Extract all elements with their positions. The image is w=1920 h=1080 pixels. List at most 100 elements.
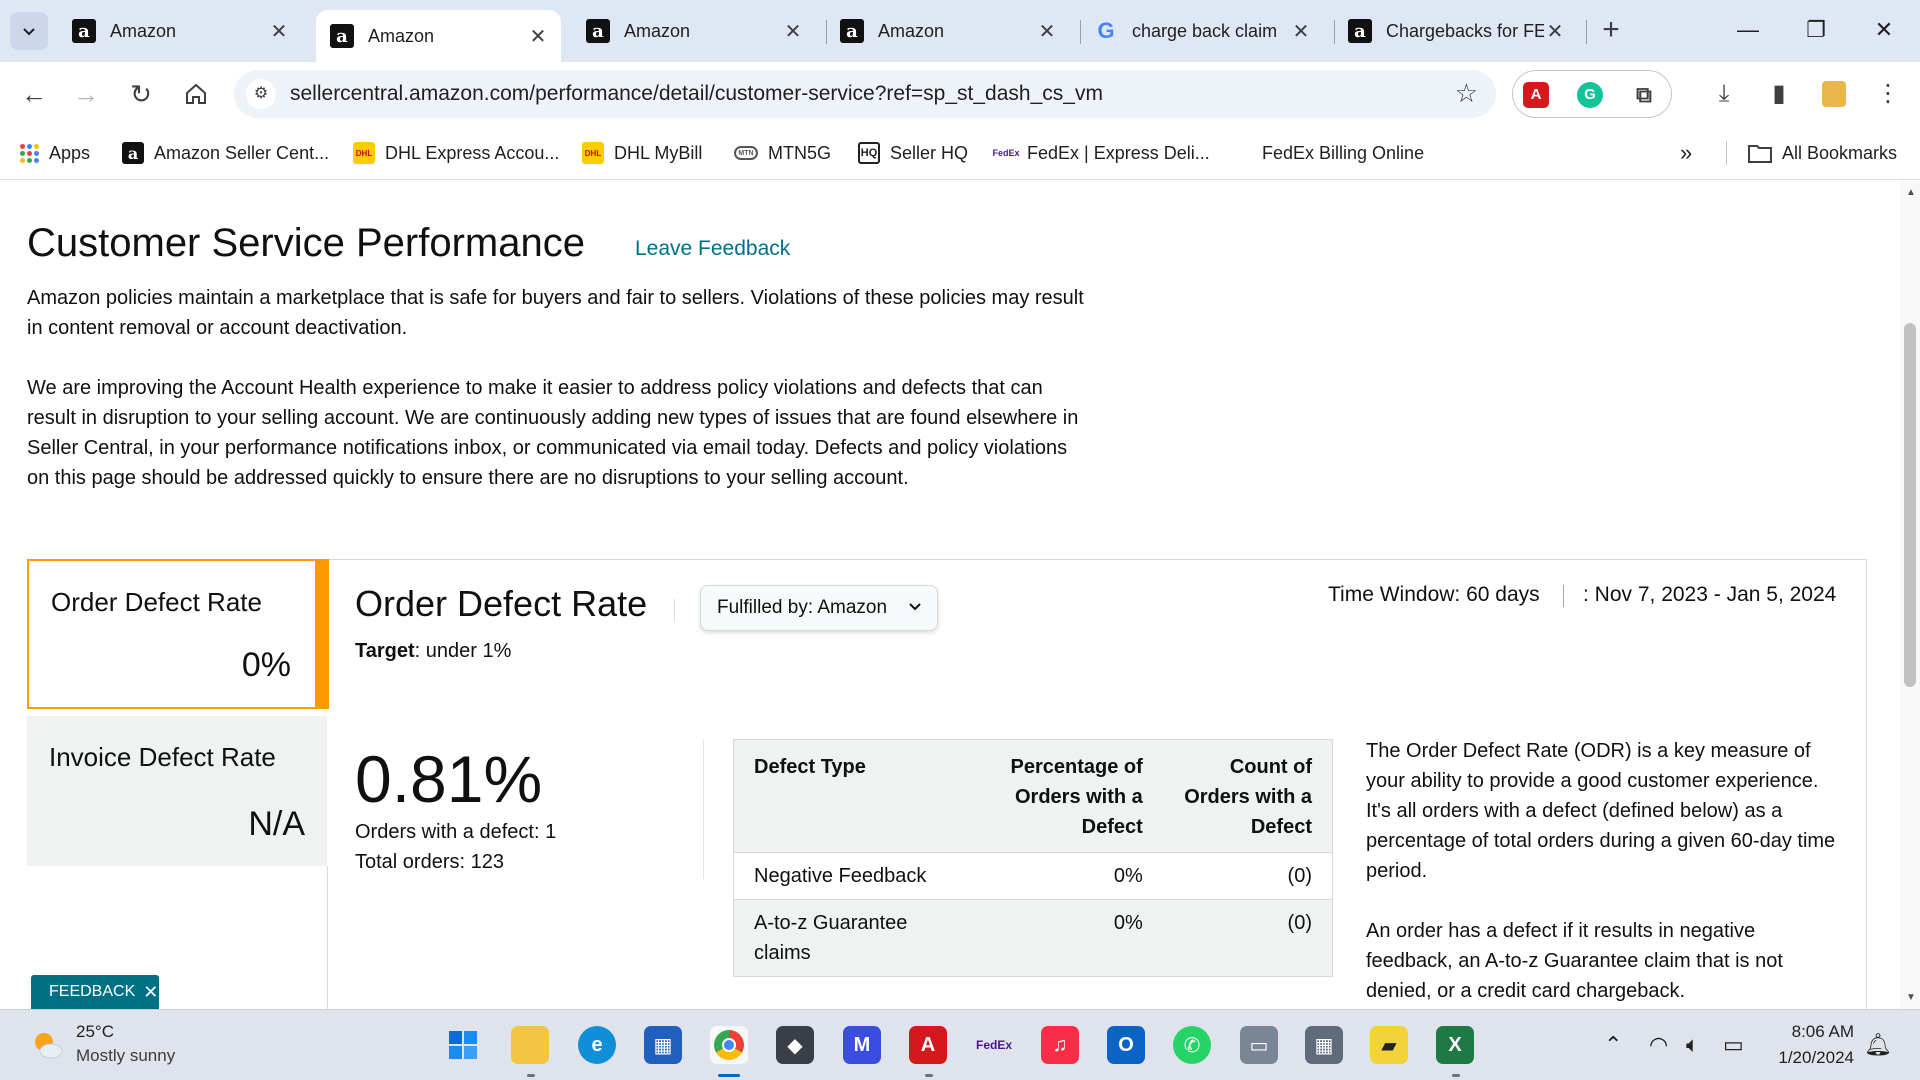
feedback-widget[interactable]: FEEDBACK ✕ [31, 975, 159, 1009]
bookmark-amazon-seller[interactable]: a Amazon Seller Cent... [122, 138, 329, 168]
reload-button[interactable]: ↻ [121, 74, 161, 114]
url-text[interactable]: sellercentral.amazon.com/performance/det… [290, 82, 1103, 106]
outlook-icon[interactable]: O [1107, 1026, 1145, 1064]
metric-order-defect-rate[interactable]: Order Defect Rate 0% [27, 559, 329, 709]
start-button[interactable] [444, 1026, 482, 1064]
address-bar[interactable]: ⚙ sellercentral.amazon.com/performance/d… [234, 70, 1496, 118]
all-bookmarks-button[interactable]: All Bookmarks [1748, 138, 1897, 168]
close-window-button[interactable]: ✕ [1856, 10, 1912, 50]
acrobat-extension-icon[interactable]: A [1523, 82, 1549, 108]
bookmark-mtn5g[interactable]: MTN MTN5G [734, 138, 831, 168]
menu-icon[interactable]: ⋮ [1868, 74, 1908, 114]
site-settings-icon[interactable]: ⚙ [246, 79, 276, 109]
bookmark-label: Apps [49, 142, 91, 163]
bookmark-apps[interactable]: Apps [20, 138, 90, 168]
grammarly-extension-icon[interactable]: G [1577, 82, 1603, 108]
bookmark-label: FedEx Billing Online [1262, 142, 1425, 163]
edge-icon[interactable]: e [578, 1026, 616, 1064]
apps-grid-icon [20, 143, 39, 163]
amazon-icon: a [586, 19, 610, 43]
puzzle-icon[interactable]: ⧉ [1631, 82, 1657, 108]
column-header: Percentage of Orders with a Defect [973, 739, 1163, 853]
odr-rate-value: 0.81% [355, 742, 543, 816]
volume-icon[interactable]: 🔈︎ [1686, 1032, 1699, 1058]
home-button[interactable] [176, 74, 216, 114]
bookmark-star-icon[interactable]: ☆ [1455, 78, 1478, 109]
bookmark-seller-hq[interactable]: HQ Seller HQ [858, 138, 968, 168]
weather-temperature[interactable]: 25°C [76, 1022, 114, 1042]
dropdown-value: Fulfilled by: Amazon [717, 597, 888, 618]
sun-cloud-icon [35, 1033, 63, 1059]
scroll-thumb[interactable] [1904, 323, 1916, 687]
tab-search-button[interactable] [10, 12, 48, 50]
clock-date[interactable]: 1/20/2024 [1770, 1048, 1854, 1068]
store-icon[interactable]: ▦ [644, 1026, 682, 1064]
profile-avatar[interactable] [1814, 74, 1854, 114]
fedex-icon[interactable]: FedEx [975, 1026, 1013, 1064]
app-icon[interactable]: M [843, 1026, 881, 1064]
bookmarks-overflow-button[interactable]: » [1680, 138, 1692, 168]
close-icon[interactable]: ✕ [527, 24, 549, 49]
calculator-icon[interactable]: ▦ [1305, 1026, 1343, 1064]
dhl-icon: DHL [353, 142, 375, 164]
defect-explanation: An order has a defect if it results in n… [1366, 920, 1783, 1002]
forward-button[interactable]: → [66, 74, 106, 114]
tab-title: Amazon [110, 20, 177, 41]
close-icon[interactable]: ✕ [1544, 19, 1566, 44]
amazon-icon: a [72, 19, 96, 43]
fulfilled-by-dropdown[interactable]: Fulfilled by: Amazon [700, 585, 938, 631]
feedback-label: FEEDBACK [49, 983, 136, 1000]
odr-heading: Order Defect Rate [355, 583, 648, 624]
close-icon[interactable]: ✕ [782, 19, 804, 44]
close-icon[interactable]: ✕ [1036, 19, 1058, 44]
sticky-notes-icon[interactable]: ▰ [1370, 1026, 1408, 1064]
scroll-up-arrow-icon[interactable]: ▲ [1906, 187, 1916, 198]
browser-tab[interactable]: a Amazon ✕ [572, 10, 816, 52]
download-icon[interactable]: ⤓ [1704, 74, 1744, 114]
page-scrollbar[interactable]: ▲ ▼ [1900, 181, 1920, 1009]
acrobat-icon[interactable]: A [909, 1026, 947, 1064]
bookmark-dhl-mybill[interactable]: DHL DHL MyBill [582, 138, 702, 168]
minimize-button[interactable]: — [1720, 10, 1776, 50]
restore-button[interactable]: ❐ [1788, 10, 1844, 50]
amazon-icon: a [122, 142, 144, 164]
whatsapp-icon[interactable]: ✆ [1173, 1026, 1211, 1064]
defect-pct-cell: 0% [973, 852, 1163, 900]
back-button[interactable]: ← [14, 74, 54, 114]
close-icon[interactable]: ✕ [1290, 19, 1312, 44]
bookmarks-bar: Apps a Amazon Seller Cent... DHL DHL Exp… [0, 126, 1920, 180]
browser-tab[interactable]: G charge back claim ✕ [1080, 10, 1324, 52]
chevron-up-icon[interactable]: ⌃ [1604, 1032, 1622, 1058]
scroll-down-arrow-icon[interactable]: ▼ [1906, 992, 1916, 1003]
browser-tab[interactable]: a Chargebacks for FE ✕ [1334, 10, 1578, 52]
bookmark-fedex-express[interactable]: FedEx FedEx | Express Deli... [993, 138, 1210, 168]
notification-bell-icon[interactable]: 🔔︎ [1864, 1032, 1892, 1058]
excel-icon[interactable]: X [1436, 1026, 1474, 1064]
bookmark-dhl-express[interactable]: DHL DHL Express Accou... [353, 138, 559, 168]
close-icon[interactable]: ✕ [268, 19, 290, 44]
new-tab-button[interactable]: + [1594, 14, 1628, 48]
browser-tab-active[interactable]: a Amazon ✕ [316, 10, 561, 62]
chrome-icon[interactable] [710, 1026, 748, 1064]
metric-title: Order Defect Rate [51, 587, 262, 617]
metric-invoice-defect-rate[interactable]: Invoice Defect Rate N/A [27, 716, 327, 866]
tab-title: Amazon [624, 20, 691, 41]
table-row: Negative Feedback 0% (0) [733, 852, 1333, 900]
wifi-icon[interactable]: ◠ [1649, 1032, 1668, 1058]
app-icon[interactable]: ▭ [1240, 1026, 1278, 1064]
app-icon[interactable]: ◆ [776, 1026, 814, 1064]
clock-time[interactable]: 8:06 AM [1770, 1022, 1854, 1042]
bookmark-label: DHL MyBill [614, 142, 703, 163]
browser-tab[interactable]: a Amazon ✕ [58, 10, 302, 52]
music-icon[interactable]: ♫ [1041, 1026, 1079, 1064]
metric-column-border [327, 866, 328, 1009]
side-panel-icon[interactable]: ▮ [1759, 74, 1799, 114]
leave-feedback-link[interactable]: Leave Feedback [635, 237, 790, 261]
weather-description[interactable]: Mostly sunny [76, 1046, 175, 1066]
close-icon[interactable]: ✕ [143, 982, 158, 1003]
browser-tab[interactable]: a Amazon ✕ [826, 10, 1070, 52]
battery-icon[interactable]: ▭ [1723, 1032, 1744, 1058]
file-explorer-icon[interactable] [511, 1026, 549, 1064]
amazon-icon: a [1348, 19, 1372, 43]
bookmark-fedex-billing[interactable]: FedEx Billing Online [1262, 138, 1424, 168]
